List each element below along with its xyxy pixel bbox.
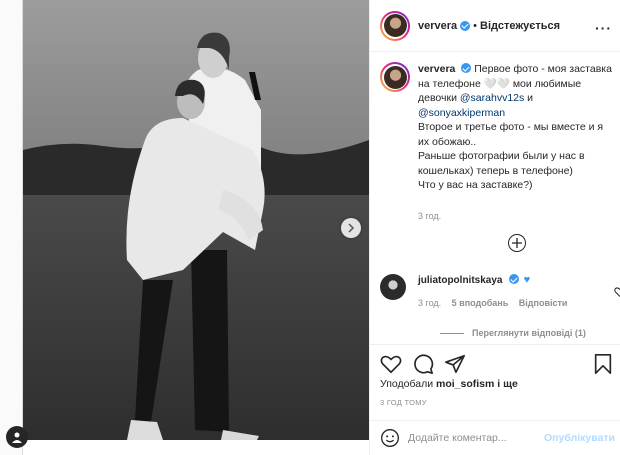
- likes-suffix[interactable]: і ще: [497, 378, 518, 390]
- verified-icon: [508, 274, 519, 284]
- comment-likes[interactable]: 5 вподобань: [452, 298, 509, 308]
- post-sidebar: ververa • Відстежується ··· ververa Перв…: [369, 0, 620, 455]
- photo-image: [23, 0, 369, 440]
- view-replies-button[interactable]: Переглянути відповіді (1): [440, 328, 586, 338]
- verified-icon: [461, 63, 472, 73]
- author-username[interactable]: ververa: [418, 20, 457, 32]
- blue-heart-icon: ♥: [523, 274, 531, 286]
- caption-username[interactable]: ververa: [418, 63, 455, 75]
- post-photo[interactable]: [23, 0, 369, 440]
- bookmark-icon[interactable]: [592, 353, 614, 375]
- plus-icon: [512, 238, 522, 248]
- mention-link-2[interactable]: @sonyaxkiperman: [418, 107, 505, 119]
- likes-prefix: Уподобали: [380, 378, 434, 390]
- caption-line3: Раньше фотографии были у нас в кошельках…: [418, 150, 585, 177]
- mention-link-1[interactable]: @sarahvv12s: [460, 92, 524, 104]
- emoji-icon[interactable]: [380, 428, 400, 448]
- follow-status-button[interactable]: Відстежується: [480, 20, 560, 32]
- profile-button[interactable]: [6, 426, 28, 448]
- verified-icon: [460, 20, 471, 31]
- more-horizontal-icon[interactable]: ···: [595, 20, 612, 36]
- add-comment-bar: Опублікувати: [370, 420, 620, 455]
- caption-avatar[interactable]: [380, 62, 410, 92]
- caption-emoji: 🤍🤍: [483, 77, 510, 90]
- caption-line2: Второе и третье фото - мы вместе и я их …: [418, 121, 604, 148]
- author-avatar[interactable]: [380, 10, 410, 41]
- comment-input[interactable]: [408, 432, 538, 444]
- publish-button[interactable]: Опублікувати: [544, 432, 615, 444]
- header-separator: •: [473, 19, 478, 32]
- post-header: ververa • Відстежується ···: [370, 0, 620, 52]
- load-more-comments-button[interactable]: [508, 234, 526, 252]
- comment-avatar[interactable]: [380, 274, 406, 300]
- heart-icon[interactable]: [380, 353, 402, 375]
- likes-summary: Уподобали moi_sofism і ще: [380, 378, 518, 390]
- heart-outline-icon[interactable]: [614, 286, 620, 298]
- post-caption: ververa Первое фото - моя заставка на те…: [380, 62, 616, 223]
- comment-time: 3 год.: [418, 298, 442, 308]
- user-icon: [12, 432, 22, 443]
- comment-item: juliatopolnitskaya ♥ 3 год. 5 вподобань …: [380, 274, 616, 308]
- caption-line4: Что у вас на заставке?): [418, 179, 533, 191]
- share-icon[interactable]: [444, 353, 466, 375]
- view-replies-label: Переглянути відповіді (1): [472, 328, 586, 338]
- caption-and: и: [524, 92, 534, 104]
- likes-user[interactable]: moi_sofism: [436, 378, 494, 390]
- reply-button[interactable]: Відповісти: [519, 298, 568, 308]
- chevron-right-icon: [348, 223, 355, 233]
- comment-username[interactable]: juliatopolnitskaya: [418, 275, 502, 286]
- caption-text: ververa Первое фото - моя заставка на те…: [418, 62, 614, 223]
- post-time[interactable]: 3 ГОД ТОМУ: [380, 398, 427, 407]
- caption-time: 3 год.: [418, 210, 442, 221]
- next-photo-button[interactable]: [341, 218, 361, 238]
- replies-divider: [440, 332, 464, 334]
- comment-icon[interactable]: [412, 353, 434, 375]
- post-dialog: ververa • Відстежується ··· ververa Перв…: [22, 0, 620, 455]
